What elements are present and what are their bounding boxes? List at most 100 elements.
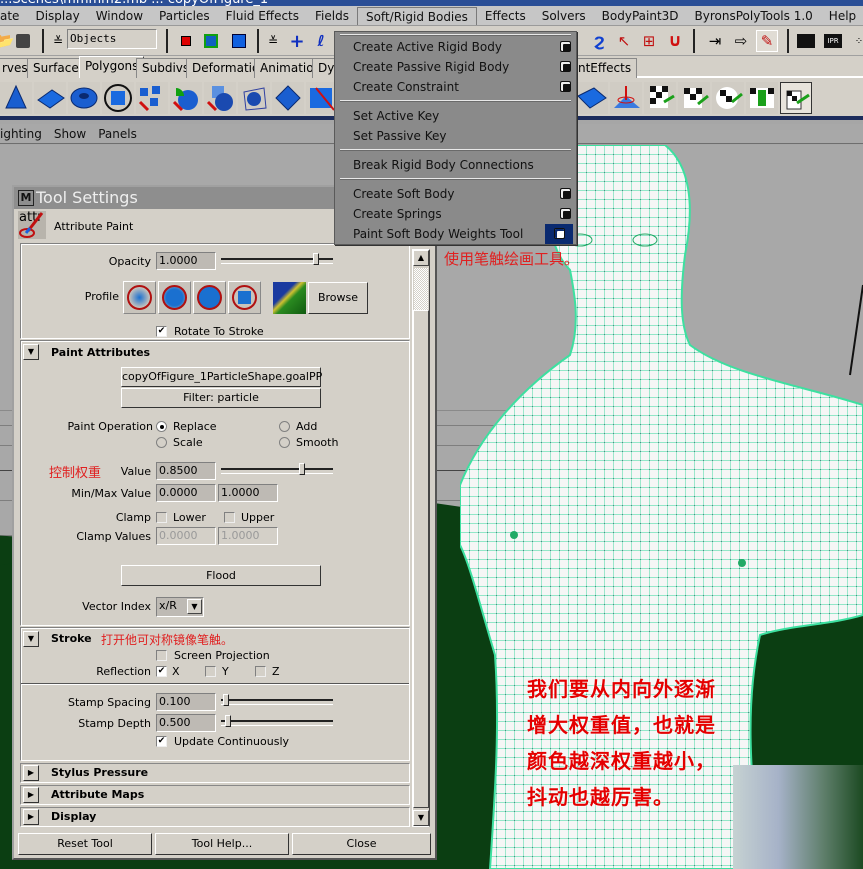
value-slider[interactable] [221, 463, 333, 475]
profile-gaussian-button[interactable] [123, 281, 156, 314]
panel-menu-lighting[interactable]: ighting [0, 127, 48, 141]
browse-button[interactable]: Browse [308, 282, 368, 314]
value-field[interactable]: 0.8500 [156, 462, 216, 480]
expand-toggle-icon[interactable]: ▶ [23, 765, 39, 781]
stamp-spacing-slider-knob[interactable] [223, 694, 229, 706]
menu-help[interactable]: Help [821, 7, 863, 25]
option-box-icon[interactable] [560, 41, 571, 52]
poly-plane-icon[interactable] [34, 82, 66, 114]
scale-radio[interactable] [156, 437, 167, 448]
poly-smooth-icon[interactable] [238, 82, 270, 114]
profile-soft-button[interactable] [158, 281, 191, 314]
option-box-icon[interactable] [560, 81, 571, 92]
reflection-y-checkbox[interactable] [205, 666, 216, 677]
profile-square-button[interactable] [228, 281, 261, 314]
menu-item-set-passive-key[interactable]: Set Passive Key [335, 126, 576, 146]
paint-tool-icon[interactable]: ✎ [756, 30, 778, 52]
add-radio[interactable] [279, 421, 290, 432]
stamp-spacing-slider[interactable] [221, 694, 333, 706]
vector-index-select[interactable]: x/R ▼ [156, 597, 204, 617]
filter-button[interactable]: Filter: particle [121, 388, 321, 408]
menu-fields[interactable]: Fields [307, 7, 357, 25]
menu-solvers[interactable]: Solvers [534, 7, 594, 25]
stamp-depth-field[interactable]: 0.500 [156, 714, 216, 732]
option-box-icon[interactable] [560, 188, 571, 199]
select-by-object-type-icon[interactable] [200, 30, 222, 52]
menu-item-break-rigid-body-connections[interactable]: Break Rigid Body Connections [335, 155, 576, 175]
replace-radio[interactable] [156, 421, 167, 432]
snap-curve-icon[interactable]: ℓ [310, 30, 332, 52]
menu-item-create-constraint[interactable]: Create Constraint [335, 77, 576, 97]
save-scene-icon[interactable] [12, 30, 34, 52]
poly-combine-icon[interactable] [102, 82, 134, 114]
menu-fluid-effects[interactable]: Fluid Effects [218, 7, 307, 25]
automatic-mapping-icon[interactable] [746, 82, 778, 114]
menu-item-create-passive-rigid-body[interactable]: Create Passive Rigid Body [335, 57, 576, 77]
menu-bodypaint3d[interactable]: BodyPaint3D [594, 7, 687, 25]
paint-attribute-button[interactable]: copyOfFigure_1ParticleShape.goalPP [121, 367, 322, 387]
flood-button[interactable]: Flood [121, 565, 321, 586]
chevron-down-icon[interactable]: ▼ [187, 599, 202, 614]
scroll-track[interactable] [414, 268, 428, 310]
magnet-icon[interactable]: ∪ [664, 30, 686, 52]
collapse-toggle-icon[interactable]: ▼ [23, 631, 39, 647]
rotate-to-stroke-checkbox[interactable]: ✔ [156, 326, 167, 337]
smooth-radio[interactable] [279, 437, 290, 448]
render-icon[interactable] [795, 30, 817, 52]
collapse-toggle-icon[interactable]: ▼ [23, 344, 39, 360]
menu-effects[interactable]: Effects [477, 7, 534, 25]
stamp-spacing-field[interactable]: 0.100 [156, 693, 216, 711]
poly-extrude-icon[interactable] [272, 82, 304, 114]
tool-help-button[interactable]: Tool Help... [155, 833, 289, 855]
opacity-slider[interactable] [221, 253, 333, 265]
selection-mode-field[interactable]: Objects [67, 29, 157, 49]
menu-item-create-soft-body[interactable]: Create Soft Body [335, 184, 576, 204]
profile-solid-button[interactable] [193, 281, 226, 314]
scroll-up-button[interactable]: ▲ [413, 250, 429, 266]
option-box-icon[interactable] [560, 61, 571, 72]
menu-item-create-springs[interactable]: Create Springs [335, 204, 576, 224]
attribute-maps-section[interactable]: ▶ Attribute Maps [20, 785, 410, 805]
expand-toggle-icon[interactable]: ▶ [23, 787, 39, 803]
min-value-field[interactable]: 0.0000 [156, 484, 216, 502]
reset-tool-button[interactable]: Reset Tool [18, 833, 152, 855]
select-by-component-icon[interactable] [228, 30, 250, 52]
stylus-pressure-section[interactable]: ▶ Stylus Pressure [20, 763, 410, 783]
max-value-field[interactable]: 1.0000 [218, 484, 278, 502]
output-ops-icon[interactable]: ⇨ [730, 30, 752, 52]
scroll-thumb[interactable] [413, 310, 429, 808]
render-globals-icon[interactable]: ⁘ [848, 30, 863, 52]
close-button[interactable]: Close [292, 833, 431, 855]
collapse-icon[interactable]: ≚ [47, 30, 69, 52]
history-icon[interactable]: ϩ [588, 30, 610, 52]
screen-projection-checkbox[interactable] [156, 650, 167, 661]
menu-ate[interactable]: ate [0, 7, 27, 25]
update-continuously-checkbox[interactable]: ✔ [156, 736, 167, 747]
poly-separate-icon[interactable] [136, 82, 168, 114]
shelf-tab[interactable]: ntEffects [572, 58, 638, 78]
stamp-depth-slider[interactable] [221, 715, 333, 727]
option-box-icon[interactable] [560, 208, 571, 219]
ipr-render-icon[interactable]: IPR [822, 30, 844, 52]
shelf-tab-active[interactable]: Polygons [79, 56, 145, 79]
poly-cone-icon[interactable] [0, 82, 32, 114]
scroll-down-button[interactable]: ▼ [413, 810, 429, 826]
opacity-field[interactable]: 1.0000 [156, 252, 216, 270]
stamp-depth-slider-knob[interactable] [225, 715, 231, 727]
select-by-hierarchy-icon[interactable] [175, 30, 197, 52]
reflection-x-checkbox[interactable]: ✔ [156, 666, 167, 677]
reflection-z-checkbox[interactable] [255, 666, 266, 677]
expand-toggle-icon[interactable]: ▶ [23, 809, 39, 825]
option-box-highlight[interactable] [545, 224, 573, 244]
option-box-icon[interactable] [554, 228, 565, 239]
scrollbar[interactable]: ▲ ▼ [412, 249, 430, 827]
custom-brush-image[interactable] [273, 282, 306, 314]
uv-texture-editor-icon[interactable] [780, 82, 812, 114]
value-slider-knob[interactable] [299, 463, 305, 475]
cylindrical-mapping-icon[interactable] [678, 82, 710, 114]
input-ops-icon[interactable]: ⇥ [704, 30, 726, 52]
menu-soft-rigid-bodies[interactable]: Soft/Rigid Bodies [356, 6, 477, 25]
menu-display[interactable]: Display [27, 7, 87, 25]
poly-torus-icon[interactable] [68, 82, 100, 114]
opacity-slider-knob[interactable] [313, 253, 319, 265]
